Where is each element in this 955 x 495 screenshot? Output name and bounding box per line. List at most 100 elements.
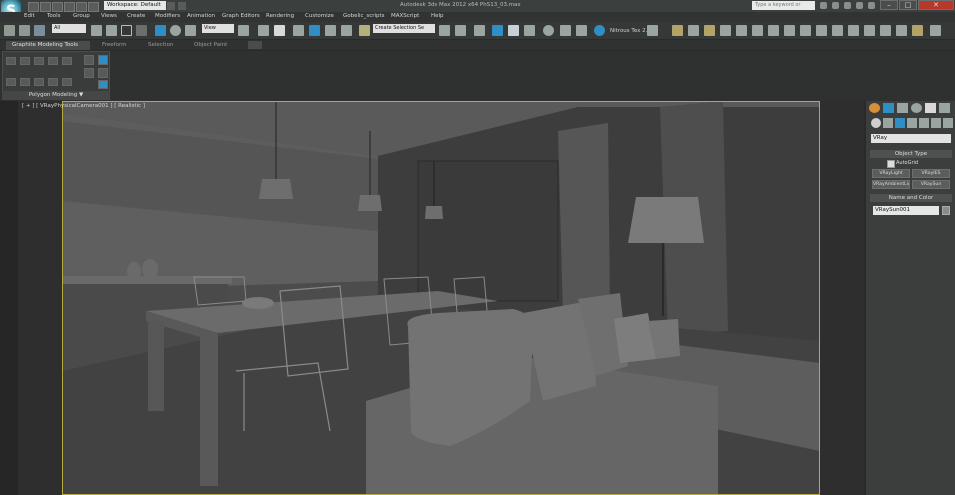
vray-tool-7-icon[interactable] <box>768 25 779 36</box>
ribbon-btn-1[interactable] <box>6 57 16 65</box>
render-iterative-icon[interactable] <box>647 25 658 36</box>
ribbon-side-btn-5[interactable] <box>98 80 108 89</box>
select-and-rotate-icon[interactable] <box>170 25 181 36</box>
viewport-label[interactable]: [ + ] [ VRayPhysicalCamera001 ] [ Realis… <box>22 103 145 109</box>
render-setup-icon[interactable] <box>560 25 571 36</box>
menu-create[interactable]: Create <box>127 13 145 19</box>
ribbon-btn-4[interactable] <box>48 57 58 65</box>
unlink-icon[interactable] <box>19 25 30 36</box>
ribbon-btn-5[interactable] <box>62 57 72 65</box>
object-color-swatch[interactable] <box>942 206 950 215</box>
edge-mode-icon[interactable] <box>20 78 30 86</box>
subscription-icon[interactable] <box>832 2 839 9</box>
vraysun-button[interactable]: VRaySun <box>912 180 950 189</box>
tab-freeform[interactable]: Freeform <box>102 42 127 48</box>
spinner-snap-icon[interactable] <box>341 25 352 36</box>
vraylight-button[interactable]: VRayLight <box>872 169 910 178</box>
vray-tool-14-icon[interactable] <box>880 25 891 36</box>
ribbon-options-icon[interactable] <box>248 41 262 49</box>
element-mode-icon[interactable] <box>62 78 72 86</box>
motion-tab-icon[interactable] <box>911 103 922 113</box>
maximize-button[interactable]: □ <box>899 0 917 10</box>
menu-edit[interactable]: Edit <box>24 13 35 19</box>
hierarchy-tab-icon[interactable] <box>897 103 908 113</box>
material-editor-icon[interactable] <box>543 25 554 36</box>
undo-icon[interactable] <box>64 2 75 12</box>
select-and-move-icon[interactable] <box>155 25 166 36</box>
border-mode-icon[interactable] <box>34 78 44 86</box>
cameras-icon[interactable] <box>907 118 917 128</box>
polygon-mode-icon[interactable] <box>48 78 58 86</box>
select-and-link-icon[interactable] <box>4 25 15 36</box>
camera-viewport[interactable] <box>18 101 864 495</box>
vray-tool-5-icon[interactable] <box>736 25 747 36</box>
menu-views[interactable]: Views <box>101 13 117 19</box>
layer-manager-icon[interactable] <box>474 25 485 36</box>
selection-filter-dropdown[interactable]: All <box>52 24 86 33</box>
graphite-ribbon-icon[interactable] <box>492 25 503 36</box>
systems-icon[interactable] <box>943 118 953 128</box>
vertex-mode-icon[interactable] <box>6 78 16 86</box>
vray-tool-10-icon[interactable] <box>816 25 827 36</box>
select-and-scale-icon[interactable] <box>185 25 196 36</box>
ribbon-btn-2[interactable] <box>20 57 30 65</box>
object-type-rollout-header[interactable]: Object Type <box>870 150 952 158</box>
modify-tab-icon[interactable] <box>883 103 894 113</box>
menu-group[interactable]: Group <box>73 13 90 19</box>
vray-tool-1-icon[interactable] <box>672 25 683 36</box>
select-manipulate-icon[interactable] <box>258 25 269 36</box>
bind-space-warp-icon[interactable] <box>34 25 45 36</box>
menu-graph-editors[interactable]: Graph Editors <box>222 13 260 19</box>
menu-tools[interactable]: Tools <box>47 13 61 19</box>
geometry-icon[interactable] <box>871 118 881 128</box>
search-icon[interactable] <box>820 2 827 9</box>
menu-maxscript[interactable]: MAXScript <box>391 13 419 19</box>
lights-icon[interactable] <box>895 118 905 128</box>
vrayies-button[interactable]: VRayIES <box>912 169 950 178</box>
schematic-view-icon[interactable] <box>524 25 535 36</box>
save-file-icon[interactable] <box>52 2 63 12</box>
favorites-icon[interactable] <box>856 2 863 9</box>
mirror-icon[interactable] <box>439 25 450 36</box>
communication-center-icon[interactable] <box>844 2 851 9</box>
autogrid-checkbox[interactable] <box>887 160 895 168</box>
pivot-center-icon[interactable] <box>238 25 249 36</box>
angle-snap-icon[interactable] <box>309 25 320 36</box>
space-warps-icon[interactable] <box>931 118 941 128</box>
utilities-tab-icon[interactable] <box>939 103 950 113</box>
open-file-icon[interactable] <box>40 2 51 12</box>
tab-graphite-modeling-tools[interactable]: Graphite Modeling Tools <box>6 41 90 50</box>
menu-modifiers[interactable]: Modifiers <box>155 13 180 19</box>
named-selection-sets-dropdown[interactable]: Create Selection Se <box>373 24 435 33</box>
edit-named-selection-icon[interactable] <box>359 25 370 36</box>
chevron-down-icon[interactable] <box>167 2 175 10</box>
search-input[interactable]: Type a keyword or phrase <box>752 1 815 17</box>
ribbon-side-btn-4[interactable] <box>98 68 108 78</box>
display-tab-icon[interactable] <box>925 103 936 113</box>
menu-animation[interactable]: Animation <box>187 13 215 19</box>
vray-tool-16-icon[interactable] <box>912 25 923 36</box>
vray-tool-8-icon[interactable] <box>784 25 795 36</box>
ribbon-side-btn-1[interactable] <box>84 55 94 65</box>
create-tab-icon[interactable] <box>869 103 880 113</box>
vray-tool-13-icon[interactable] <box>864 25 875 36</box>
vray-tool-15-icon[interactable] <box>896 25 907 36</box>
vray-tool-11-icon[interactable] <box>832 25 843 36</box>
align-icon[interactable] <box>455 25 466 36</box>
rectangular-selection-icon[interactable] <box>121 25 132 36</box>
tab-selection[interactable]: Selection <box>148 42 173 48</box>
new-file-icon[interactable] <box>28 2 39 12</box>
menu-customize[interactable]: Customize <box>305 13 334 19</box>
name-and-color-rollout-header[interactable]: Name and Color <box>870 194 952 202</box>
help-icon[interactable] <box>868 2 875 9</box>
ribbon-btn-3[interactable] <box>34 57 44 65</box>
redo-icon[interactable] <box>76 2 87 12</box>
vray-tool-9-icon[interactable] <box>800 25 811 36</box>
vray-tool-12-icon[interactable] <box>848 25 859 36</box>
tab-object-paint[interactable]: Object Paint <box>194 42 227 48</box>
object-category-dropdown[interactable]: VRay <box>871 134 951 143</box>
vray-tool-6-icon[interactable] <box>752 25 763 36</box>
vray-tool-4-icon[interactable] <box>720 25 731 36</box>
vray-tool-17-icon[interactable] <box>930 25 941 36</box>
select-by-name-icon[interactable] <box>106 25 117 36</box>
